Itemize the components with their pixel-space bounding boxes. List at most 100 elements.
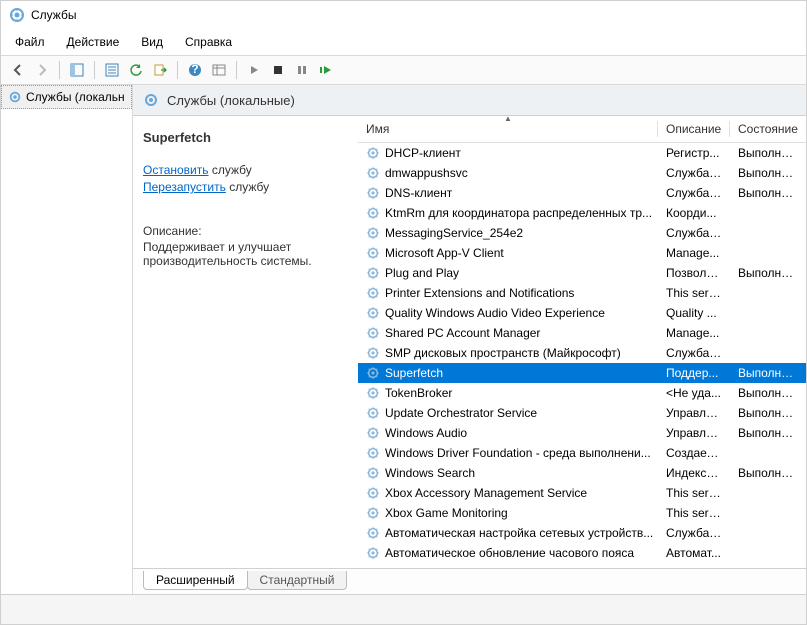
service-row[interactable]: Shared PC Account ManagerManage... — [358, 323, 806, 343]
service-name: KtmRm для координатора распределенных тр… — [385, 206, 652, 220]
gear-icon — [366, 326, 380, 340]
gear-icon — [366, 246, 380, 260]
list-header: ▲ Имя Описание Состояние — [358, 116, 806, 143]
gear-icon — [366, 346, 380, 360]
service-state: Выполняет — [730, 386, 802, 400]
service-row[interactable]: TokenBroker<Не уда...Выполняет — [358, 383, 806, 403]
back-button[interactable] — [7, 59, 29, 81]
service-row[interactable]: dmwappushsvcСлужба ...Выполняет — [358, 163, 806, 183]
service-row[interactable]: DNS-клиент Служба ...Выполняет — [358, 183, 806, 203]
service-name: Quality Windows Audio Video Experience — [385, 306, 605, 320]
service-name: Superfetch — [385, 366, 443, 380]
show-hide-tree-button[interactable] — [66, 59, 88, 81]
service-name: Windows Audio — [385, 426, 467, 440]
service-row[interactable]: Windows AudioУправля...Выполняет — [358, 423, 806, 443]
description-text: Поддерживает и улучшает производительнос… — [143, 240, 348, 268]
service-row[interactable]: Автоматическое обновление часового пояса… — [358, 543, 806, 563]
gear-icon — [366, 166, 380, 180]
tab-extended[interactable]: Расширенный — [143, 571, 248, 590]
tab-standard[interactable]: Стандартный — [247, 571, 348, 590]
column-name[interactable]: ▲ Имя — [358, 116, 658, 142]
pane-title: Службы (локальные) — [167, 93, 295, 108]
gear-icon — [366, 426, 380, 440]
column-state[interactable]: Состояние — [730, 116, 802, 142]
service-description: This serv... — [658, 486, 730, 500]
service-row[interactable]: Windows Driver Foundation - среда выполн… — [358, 443, 806, 463]
window-title: Службы — [31, 8, 76, 22]
service-name: Update Orchestrator Service — [385, 406, 537, 420]
app-icon — [9, 7, 25, 23]
service-state: Выполняет — [730, 146, 802, 160]
service-row[interactable]: Plug and Play Позволя...Выполняет — [358, 263, 806, 283]
tree-root-node[interactable]: Службы (локальн — [1, 85, 132, 109]
service-description: Создает ... — [658, 446, 730, 460]
tree-pane: Службы (локальн — [1, 85, 133, 594]
service-name: Plug and Play — [385, 266, 459, 280]
gear-icon — [366, 506, 380, 520]
service-name: DHCP-клиент — [385, 146, 461, 160]
service-row[interactable]: Printer Extensions and NotificationsThis… — [358, 283, 806, 303]
description-label: Описание: — [143, 224, 348, 238]
service-state: Выполняет — [730, 366, 802, 380]
service-description: This serv... — [658, 286, 730, 300]
toolbar-separator — [94, 61, 95, 79]
detail-body: Superfetch Остановить службу Перезапусти… — [133, 116, 806, 568]
service-row[interactable]: SMP дисковых пространств (Майкрософт)Слу… — [358, 343, 806, 363]
start-service-button[interactable] — [243, 59, 265, 81]
gear-icon — [366, 146, 380, 160]
service-description: Служба ... — [658, 186, 730, 200]
service-row[interactable]: Xbox Accessory Management ServiceThis se… — [358, 483, 806, 503]
menu-help[interactable]: Справка — [175, 31, 242, 53]
service-state: Выполняет — [730, 186, 802, 200]
service-row[interactable]: Windows SearchИндекси...Выполняет — [358, 463, 806, 483]
help-button[interactable]: ? — [184, 59, 206, 81]
service-name: DNS-клиент — [385, 186, 452, 200]
service-description: Регистр... — [658, 146, 730, 160]
stop-link[interactable]: Остановить — [143, 163, 209, 177]
service-row[interactable]: DHCP-клиент Регистр...Выполняет — [358, 143, 806, 163]
service-description: Manage... — [658, 246, 730, 260]
service-row[interactable]: KtmRm для координатора распределенных тр… — [358, 203, 806, 223]
service-state: Выполняет — [730, 166, 802, 180]
content-area: Службы (локальн Службы (локальные) Super… — [1, 85, 806, 594]
restart-action-line: Перезапустить службу — [143, 180, 348, 194]
pause-service-button[interactable] — [291, 59, 313, 81]
service-name: Автоматическая настройка сетевых устройс… — [385, 526, 653, 540]
service-row[interactable]: Xbox Game MonitoringThis serv... — [358, 503, 806, 523]
properties-button[interactable] — [101, 59, 123, 81]
service-description: Индекси... — [658, 466, 730, 480]
service-row[interactable]: Microsoft App-V ClientManage... — [358, 243, 806, 263]
service-row[interactable]: Quality Windows Audio Video Experience Qu… — [358, 303, 806, 323]
service-row[interactable]: SuperfetchПоддер...Выполняет — [358, 363, 806, 383]
gear-icon — [366, 366, 380, 380]
gear-icon — [366, 266, 380, 280]
service-description: Позволя... — [658, 266, 730, 280]
menu-view[interactable]: Вид — [131, 31, 173, 53]
service-description: Служба ... — [658, 526, 730, 540]
details-button[interactable] — [208, 59, 230, 81]
service-row[interactable]: MessagingService_254e2Служба,... — [358, 223, 806, 243]
tree-root-label: Службы (локальн — [26, 90, 125, 104]
right-pane: Службы (локальные) Superfetch Остановить… — [133, 85, 806, 594]
column-description[interactable]: Описание — [658, 116, 730, 142]
list-body[interactable]: DHCP-клиентРегистр...Выполняетdmwappushs… — [358, 143, 806, 568]
refresh-button[interactable] — [125, 59, 147, 81]
service-row[interactable]: Автоматическая настройка сетевых устройс… — [358, 523, 806, 543]
restart-link[interactable]: Перезапустить — [143, 180, 226, 194]
service-description: Коорди... — [658, 206, 730, 220]
forward-button[interactable] — [31, 59, 53, 81]
toolbar-separator — [59, 61, 60, 79]
gear-icon — [366, 286, 380, 300]
service-description: Quality ... — [658, 306, 730, 320]
statusbar — [1, 594, 806, 624]
service-state: Выполняет — [730, 406, 802, 420]
export-button[interactable] — [149, 59, 171, 81]
service-state: Выполняет — [730, 266, 802, 280]
menu-action[interactable]: Действие — [57, 31, 130, 53]
service-row[interactable]: Update Orchestrator ServiceУправля...Вып… — [358, 403, 806, 423]
service-list: ▲ Имя Описание Состояние DHCP-клиент Реги… — [358, 116, 806, 568]
restart-service-button[interactable] — [315, 59, 337, 81]
stop-service-button[interactable] — [267, 59, 289, 81]
stop-action-line: Остановить службу — [143, 163, 348, 177]
menu-file[interactable]: Файл — [5, 31, 55, 53]
